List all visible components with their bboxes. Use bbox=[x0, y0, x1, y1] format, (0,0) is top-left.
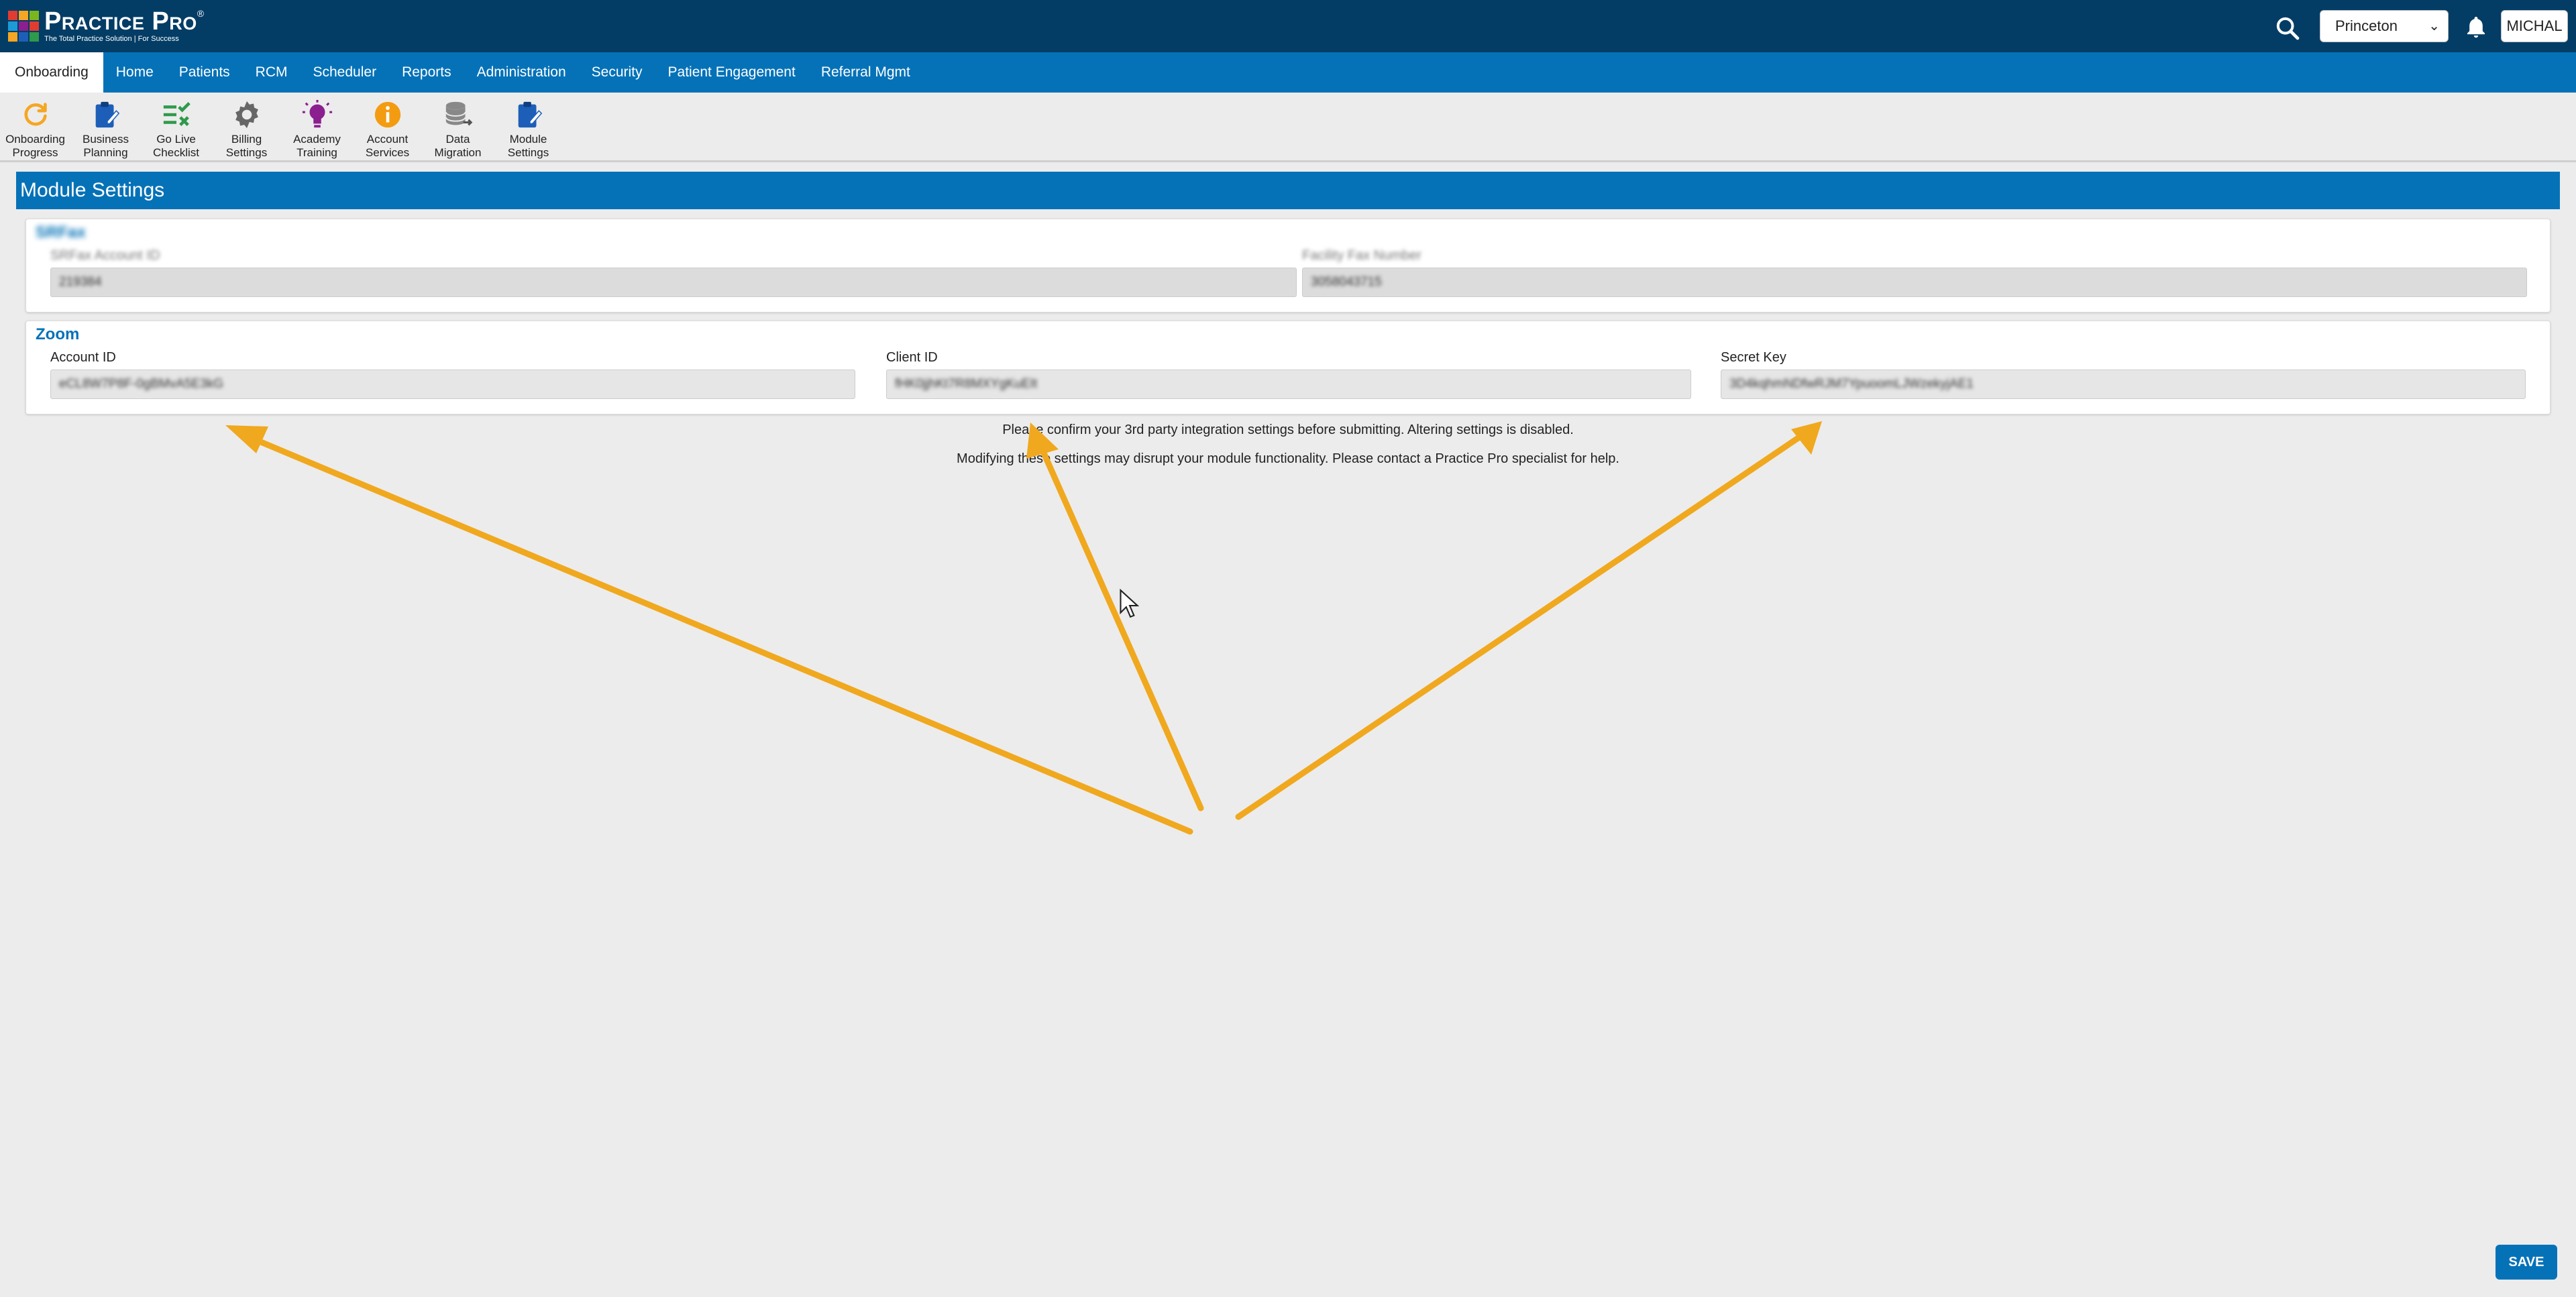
arrow-to-client-id bbox=[1026, 422, 1204, 811]
zoom-account-id-field: Account ID eCL8W7P8F-0gBMvA5E3kG bbox=[50, 349, 855, 399]
nav-tab-onboarding[interactable]: Onboarding bbox=[0, 52, 103, 93]
subnav-label: Training bbox=[297, 146, 337, 159]
subnav-label: Settings bbox=[225, 146, 268, 159]
app-logo[interactable]: Practice Pro® The Total Practice Solutio… bbox=[8, 8, 205, 44]
clipboard-edit-icon bbox=[95, 101, 119, 128]
subnav-label: Progress bbox=[12, 146, 58, 159]
location-select[interactable]: Princeton ⌄ bbox=[2320, 10, 2449, 42]
subnav-onboarding-progress[interactable]: Onboarding Progress bbox=[0, 93, 70, 160]
nav-tab-security[interactable]: Security bbox=[579, 52, 655, 93]
subnav-business-planning[interactable]: Business Planning bbox=[70, 93, 141, 160]
subnav-label: Migration bbox=[434, 146, 482, 159]
subnav-label: Account bbox=[366, 133, 409, 146]
subnav-data-migration[interactable]: Data Migration bbox=[423, 93, 493, 160]
subnav-label: Planning bbox=[83, 146, 128, 159]
subnav-billing-settings[interactable]: Billing Settings bbox=[211, 93, 282, 160]
nav-tab-administration[interactable]: Administration bbox=[464, 52, 579, 93]
bell-icon[interactable] bbox=[2463, 13, 2489, 40]
subnav-academy-training[interactable]: Academy Training bbox=[282, 93, 352, 160]
subnav-label: Services bbox=[365, 146, 410, 159]
fax-settings-card: SRFax SRFax Account ID 219384 Facility F… bbox=[25, 219, 2551, 313]
subnav-label: Module bbox=[509, 133, 547, 146]
chevron-down-icon: ⌄ bbox=[2428, 19, 2440, 34]
subnav-label: Data bbox=[445, 133, 470, 146]
mouse-cursor-icon bbox=[1120, 589, 1139, 618]
zoom-card-title: Zoom bbox=[36, 325, 80, 343]
warning-message: Modifying these settings may disrupt you… bbox=[957, 451, 1619, 466]
zoom-settings-card: Zoom Account ID eCL8W7P8F-0gBMvA5E3kG Cl… bbox=[25, 321, 2551, 414]
zoom-account-id-input[interactable]: eCL8W7P8F-0gBMvA5E3kG bbox=[50, 370, 855, 399]
info-icon bbox=[374, 101, 400, 128]
nav-tab-scheduler[interactable]: Scheduler bbox=[301, 52, 390, 93]
zoom-client-id-field: Client ID fHK0jjhKt7R8MXYgKuEIt bbox=[886, 349, 1691, 399]
fax-card-title: SRFax bbox=[36, 223, 86, 241]
top-bar: Practice Pro® The Total Practice Solutio… bbox=[0, 0, 2576, 52]
subnav-label: Checklist bbox=[153, 146, 199, 159]
zoom-secret-key-value: 3D4kqhmNDfwRJM7YpuoomLJWzekyjAE1 bbox=[1729, 377, 1974, 391]
user-menu-button[interactable]: MICHAL bbox=[2501, 10, 2568, 42]
logo-trademark: ® bbox=[197, 8, 205, 19]
zoom-secret-key-input[interactable]: 3D4kqhmNDfwRJM7YpuoomLJWzekyjAE1 bbox=[1721, 370, 2526, 399]
fax-account-label: SRFax Account ID bbox=[50, 248, 160, 263]
fax-account-field: SRFax Account ID 219384 bbox=[50, 247, 1297, 297]
fax-account-input[interactable]: 219384 bbox=[50, 268, 1297, 297]
zoom-account-id-label: Account ID bbox=[50, 350, 116, 365]
main-nav: Onboarding Home Patients RCM Scheduler R… bbox=[0, 52, 2576, 93]
refresh-icon bbox=[23, 103, 47, 126]
subnav-label: Settings bbox=[507, 146, 549, 159]
confirm-message: Please confirm your 3rd party integratio… bbox=[1002, 422, 1574, 437]
nav-tab-referral-mgmt[interactable]: Referral Mgmt bbox=[808, 52, 923, 93]
database-icon bbox=[445, 101, 472, 126]
logo-mark-icon bbox=[8, 11, 39, 42]
subnav-account-services[interactable]: Account Services bbox=[352, 93, 423, 160]
nav-tab-reports[interactable]: Reports bbox=[389, 52, 464, 93]
nav-tab-patients[interactable]: Patients bbox=[166, 52, 243, 93]
subnav-label: Onboarding bbox=[5, 133, 65, 146]
subnav-label: Academy bbox=[293, 133, 341, 146]
checklist-icon bbox=[163, 102, 191, 126]
fax-number-input[interactable]: 3058043715 bbox=[1302, 268, 2527, 297]
fax-account-value: 219384 bbox=[59, 275, 102, 289]
subnav-module-settings[interactable]: Module Settings bbox=[493, 93, 564, 160]
location-value: Princeton bbox=[2335, 17, 2398, 34]
fax-number-field: Facility Fax Number 3058043715 bbox=[1302, 247, 2527, 297]
subnav-label: Business bbox=[83, 133, 129, 146]
lightbulb-icon bbox=[302, 99, 332, 128]
nav-tab-rcm[interactable]: RCM bbox=[243, 52, 301, 93]
fax-number-label: Facility Fax Number bbox=[1302, 248, 1421, 263]
page-title: Module Settings bbox=[16, 172, 2560, 209]
zoom-secret-key-field: Secret Key 3D4kqhmNDfwRJM7YpuoomLJWzekyj… bbox=[1721, 349, 2526, 399]
onboarding-subnav: Onboarding Progress Business Planning Go… bbox=[0, 93, 2576, 162]
nav-tab-patient-engagement[interactable]: Patient Engagement bbox=[655, 52, 808, 93]
zoom-client-id-value: fHK0jjhKt7R8MXYgKuEIt bbox=[895, 377, 1038, 391]
subnav-label: Go Live bbox=[156, 133, 196, 146]
clipboard-edit-icon bbox=[518, 101, 542, 128]
gear-icon bbox=[235, 101, 258, 129]
zoom-secret-key-label: Secret Key bbox=[1721, 350, 1786, 365]
subnav-go-live-checklist[interactable]: Go Live Checklist bbox=[141, 93, 211, 160]
logo-subtitle: The Total Practice Solution | For Succes… bbox=[44, 35, 179, 43]
arrow-to-account-id bbox=[225, 425, 1193, 835]
logo-title: Practice Pro bbox=[44, 7, 197, 36]
subnav-label: Billing bbox=[231, 133, 262, 146]
zoom-client-id-input[interactable]: fHK0jjhKt7R8MXYgKuEIt bbox=[886, 370, 1691, 399]
search-icon[interactable] bbox=[2274, 15, 2301, 42]
zoom-client-id-label: Client ID bbox=[886, 350, 938, 365]
arrow-to-secret-key bbox=[1235, 421, 1822, 820]
save-button[interactable]: SAVE bbox=[2496, 1245, 2557, 1280]
fax-number-value: 3058043715 bbox=[1311, 275, 1382, 289]
nav-tab-home[interactable]: Home bbox=[103, 52, 166, 93]
zoom-account-id-value: eCL8W7P8F-0gBMvA5E3kG bbox=[59, 377, 223, 391]
